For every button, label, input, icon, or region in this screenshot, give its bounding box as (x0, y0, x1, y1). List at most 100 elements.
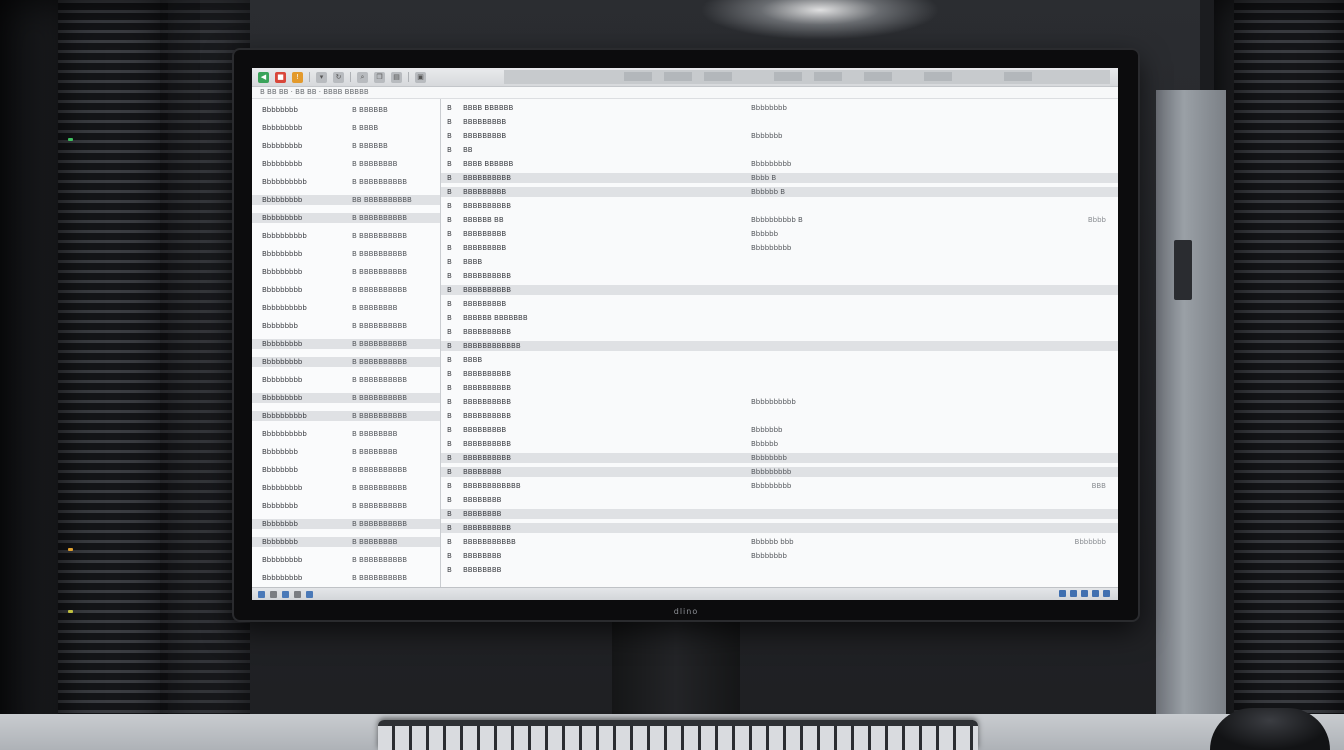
tray-icon[interactable] (1092, 590, 1099, 597)
table-row[interactable]: B BBBBBBBBB (441, 299, 1118, 309)
filter-bar[interactable]: B BB BB · BB BB · BBBB BBBBB (252, 87, 1118, 99)
list-item[interactable]: Bbbbbbbbb B BBBBBBBBBB (252, 555, 440, 565)
row-primary: BBBBBBBBBBB (463, 538, 516, 546)
table-row[interactable]: B BBBBBBBBBBBB Bbbbbbbbb BBB (441, 481, 1118, 491)
list-item[interactable]: Bbbbbbbbb B BBBBBBBBBB (252, 375, 440, 385)
table-row[interactable]: B BBBB BBBBBB Bbbbbbbbb (441, 159, 1118, 169)
taskbar-icon[interactable] (306, 590, 313, 598)
table-row[interactable]: B BBBBBBBB (441, 509, 1118, 519)
row-marker: B (447, 216, 452, 224)
tab[interactable] (704, 72, 732, 81)
tab[interactable] (1004, 72, 1032, 81)
list-item[interactable]: Bbbbbbbbb B BBBBBBBBBB (252, 249, 440, 259)
list-item[interactable]: Bbbbbbbbb B BBBBBBBBBB (252, 267, 440, 277)
list-item[interactable]: Bbbbbbbbbb B BBBBBBBB (252, 303, 440, 313)
tab[interactable] (924, 72, 952, 81)
tab[interactable] (814, 72, 842, 81)
filter-icon[interactable]: ▾ (316, 71, 327, 83)
table-row[interactable]: B BBBBBB BB Bbbbbbbbbb B Bbbb (441, 215, 1118, 225)
stop-icon[interactable]: ■ (275, 71, 286, 83)
lock-icon[interactable]: ▣ (415, 71, 426, 83)
list-item[interactable]: Bbbbbbbbb B BBBBBBBBBB (252, 573, 440, 583)
list-item[interactable]: Bbbbbbbb B BBBBBBBB (252, 537, 440, 547)
taskbar-icon[interactable] (282, 590, 289, 598)
table-row[interactable]: B BBBBBBBBBB Bbbbbb (441, 439, 1118, 449)
table-row[interactable]: B BBBBBBBBBBB Bbbbbb bbb Bbbbbbb (441, 537, 1118, 547)
table-row[interactable]: B BBBB BBBBBB Bbbbbbbb (441, 103, 1118, 113)
list-item-name: Bbbbbbbbbb (262, 412, 307, 420)
list-item[interactable]: Bbbbbbbb B BBBBBB (252, 105, 440, 115)
keyboard[interactable] (378, 720, 978, 750)
table-row[interactable]: B BBBBBBBB (441, 565, 1118, 575)
warning-icon[interactable]: ! (292, 71, 303, 83)
table-row[interactable]: B BBBBBBBBB Bbbbbb (441, 229, 1118, 239)
table-row[interactable]: B BBBBBBBBBB (441, 201, 1118, 211)
row-primary: BBBB (463, 356, 483, 364)
list-item[interactable]: Bbbbbbbbb B BBBBBBBBBB (252, 213, 440, 223)
list-item-value: B BBBBBBBBBB (352, 214, 408, 222)
table-row[interactable]: B BBBBBBBBBB (441, 383, 1118, 393)
taskbar-icon[interactable] (294, 590, 301, 598)
list-item[interactable]: Bbbbbbbbb B BBBB (252, 123, 440, 133)
list-item[interactable]: Bbbbbbbb B BBBBBBBBBB (252, 465, 440, 475)
copy-icon[interactable]: ❐ (374, 71, 385, 83)
row-marker: B (447, 342, 452, 350)
table-row[interactable]: B BBBBBBBBB Bbbbbbb (441, 131, 1118, 141)
table-row[interactable]: B BBBBBBBBBB (441, 523, 1118, 533)
start-icon[interactable] (258, 590, 265, 598)
table-row[interactable]: B BBBBBBBBBB (441, 327, 1118, 337)
tab[interactable] (864, 72, 892, 81)
table-row[interactable]: B BB (441, 145, 1118, 155)
table-row[interactable]: B BBBBBBBBBB Bbbbbbbb (441, 453, 1118, 463)
table-row[interactable]: B BBBBBBBBBB Bbbbbbbbbb (441, 397, 1118, 407)
list-item[interactable]: Bbbbbbbb B BBBBBBBBBB (252, 519, 440, 529)
table-row[interactable]: B BBBBBBBBBB (441, 411, 1118, 421)
list-item[interactable]: Bbbbbbbbb B BBBBBBBBBB (252, 339, 440, 349)
table-row[interactable]: B BBBBBB BBBBBBB (441, 313, 1118, 323)
back-icon[interactable]: ◀ (258, 71, 269, 83)
list-item[interactable]: Bbbbbbbbb B BBBBBBBBBB (252, 357, 440, 367)
table-row[interactable]: B BBBBBBBBB Bbbbbbb (441, 425, 1118, 435)
list-item[interactable]: Bbbbbbbb B BBBBBBBBBB (252, 321, 440, 331)
table-row[interactable]: B BBBBBBBBBBBB (441, 341, 1118, 351)
table-row[interactable]: B BBBBBBBBB (441, 117, 1118, 127)
tray-icon[interactable] (1103, 590, 1110, 597)
list-item[interactable]: Bbbbbbbbb B BBBBBBBBBB (252, 483, 440, 493)
table-row[interactable]: B BBBBBBBBB Bbbbbbbbb (441, 243, 1118, 253)
list-item[interactable]: Bbbbbbbbb B BBBBBBBBBB (252, 285, 440, 295)
list-item[interactable]: Bbbbbbbbb B BBBBBBBB (252, 159, 440, 169)
search-icon[interactable]: ⌕ (357, 71, 368, 83)
table-row[interactable]: B BBBBBBBB Bbbbbbbb (441, 551, 1118, 561)
paste-icon[interactable]: ▤ (391, 71, 402, 83)
list-item-value: B BBBBBBBB (352, 160, 398, 168)
list-item[interactable]: Bbbbbbbb B BBBBBBBBBB (252, 501, 440, 511)
tab[interactable] (664, 72, 692, 81)
refresh-icon[interactable]: ↻ (333, 71, 344, 83)
list-item[interactable]: Bbbbbbbbb BB BBBBBBBBBB (252, 195, 440, 205)
table-row[interactable]: B BBBBBBBB (441, 495, 1118, 505)
table-row[interactable]: B BBBBBBBBBB (441, 285, 1118, 295)
table-row[interactable]: B BBBBBBBBBB Bbbb B (441, 173, 1118, 183)
list-item[interactable]: Bbbbbbbbb B BBBBBB (252, 141, 440, 151)
list-item[interactable]: Bbbbbbbb B BBBBBBBB (252, 447, 440, 457)
row-marker: B (447, 538, 452, 546)
tab[interactable] (774, 72, 802, 81)
table-row[interactable]: B BBBBBBBBB Bbbbbb B (441, 187, 1118, 197)
list-item[interactable]: Bbbbbbbbbb B BBBBBBBBBB (252, 411, 440, 421)
table-row[interactable]: B BBBBBBBB Bbbbbbbbb (441, 467, 1118, 477)
taskbar-icon[interactable] (270, 590, 277, 598)
list-item[interactable]: Bbbbbbbbb B BBBBBBBBBB (252, 393, 440, 403)
tray-icon[interactable] (1070, 590, 1077, 597)
row-marker: B (447, 174, 452, 182)
list-item[interactable]: Bbbbbbbbbb B BBBBBBBBBB (252, 231, 440, 241)
list-item[interactable]: Bbbbbbbbbb B BBBBBBBB (252, 429, 440, 439)
table-row[interactable]: B BBBBBBBBBB (441, 271, 1118, 281)
tab[interactable] (624, 72, 652, 81)
table-row[interactable]: B BBBB (441, 355, 1118, 365)
list-item-value: B BBBBBBBB (352, 448, 398, 456)
table-row[interactable]: B BBBB (441, 257, 1118, 267)
list-item[interactable]: Bbbbbbbbbb B BBBBBBBBBB (252, 177, 440, 187)
tray-icon[interactable] (1059, 590, 1066, 597)
table-row[interactable]: B BBBBBBBBBB (441, 369, 1118, 379)
tray-icon[interactable] (1081, 590, 1088, 597)
